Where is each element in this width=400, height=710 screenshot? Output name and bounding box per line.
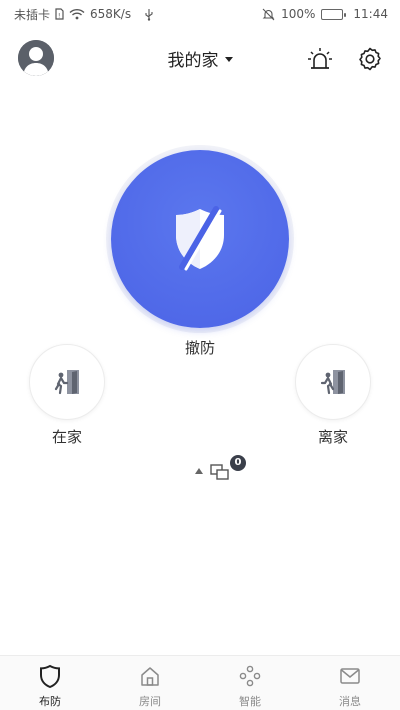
triangle-up-icon [195,468,203,474]
settings-button[interactable] [355,44,385,74]
shield-icon [38,664,62,688]
status-left: 未插卡 ! 658K/s [14,6,154,23]
nav-item-smart[interactable]: 智能 [200,656,300,710]
status-bar: 未插卡 ! 658K/s 100% 11:44 [0,0,400,28]
battery-percent: 100% [281,7,316,21]
disarm-button[interactable] [111,150,289,328]
home-name: 我的家 [167,51,219,71]
sim-icon: ! [55,8,64,20]
away-mode-button[interactable] [295,344,371,420]
chevron-down-icon [224,57,233,62]
nav-item-messages[interactable]: 消息 [300,656,400,710]
nav-item-rooms[interactable]: 房间 [100,656,200,710]
home-selector[interactable]: 我的家 [0,46,400,71]
header: 我的家 [0,36,400,82]
status-right: 100% 11:44 [262,7,388,21]
clock-text: 11:44 [353,7,388,21]
home-icon [138,664,162,688]
net-speed-text: 658K/s [90,7,132,21]
nav-item-arm[interactable]: 布防 [0,656,100,710]
shield-off-icon [176,206,224,271]
alarm-light-icon [308,48,332,69]
device-count-badge: 0 [230,455,246,471]
enter-door-icon [54,370,79,395]
exit-door-icon [320,370,345,395]
screen: 未插卡 ! 658K/s 100% 11:44 我的家 撤防 在家 离家 0 布… [0,0,400,710]
carrier-text: 未插卡 [14,7,51,22]
battery-icon [321,8,347,20]
home-mode-button[interactable] [29,344,105,420]
svg-text:!: ! [58,13,60,20]
gear-icon [359,47,381,71]
alarm-button[interactable] [305,44,335,74]
smart-icon [238,664,262,688]
devices-icon [210,464,229,480]
nav-label-arm: 布防 [39,695,61,708]
device-indicator[interactable]: 0 [195,455,255,484]
nav-label-smart: 智能 [239,695,261,708]
nav-label-rooms: 房间 [139,695,161,708]
mute-bell-icon [262,8,275,21]
home-mode-label: 在家 [51,428,82,446]
mail-icon [338,664,362,688]
bottom-nav: 布防 房间 智能 消息 [0,655,400,710]
usb-icon [144,8,154,21]
away-mode-label: 离家 [317,428,348,446]
wifi-icon [69,8,85,20]
nav-label-messages: 消息 [339,695,361,708]
